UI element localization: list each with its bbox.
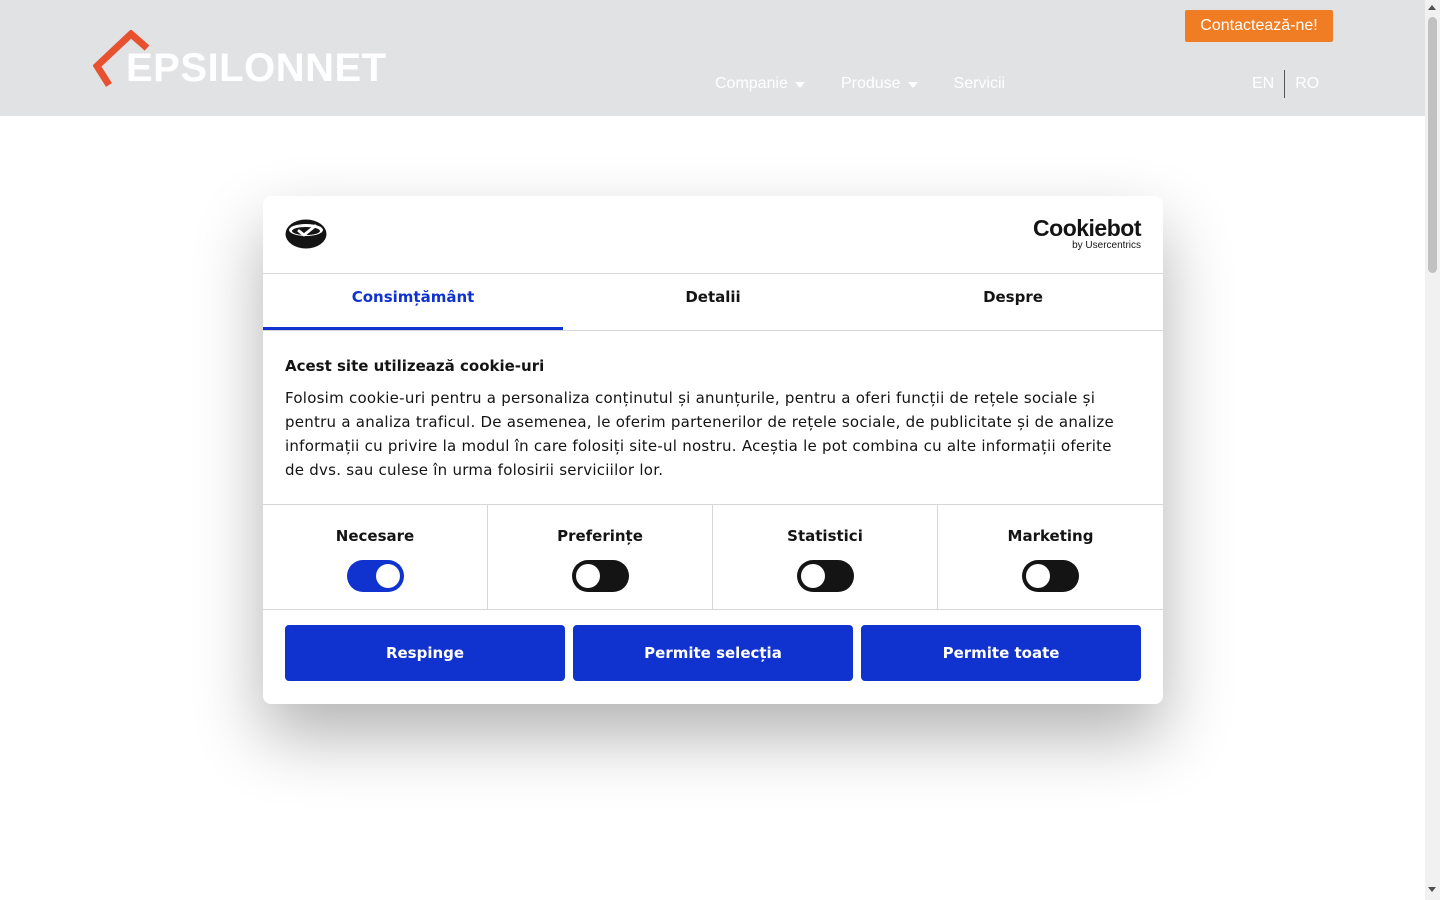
consent-toggles: Necesare Preferințe Statistici Marketing [263,504,1163,610]
toggle-cell-necesare: Necesare [263,505,488,609]
cookiebot-sub: by Usercentrics [1072,240,1141,251]
language-switcher: EN RO [1248,70,1329,98]
epsilonnet-logo[interactable]: EPSILONNET [93,30,393,90]
toggle-label: Statistici [787,527,863,545]
dialog-actions: Respinge Permite selecția Permite toate [285,625,1141,681]
nav-item-label: Servicii [953,75,1006,92]
caret-down-icon [907,82,918,88]
statistici-switch[interactable] [796,560,854,592]
toggle-cell-marketing: Marketing [938,505,1163,609]
necesare-switch[interactable] [346,560,404,592]
cookiebot-logo[interactable]: Cookiebot by Usercentrics [1033,216,1141,251]
allow-selection-button[interactable]: Permite selecția [573,625,853,681]
switch-knob [800,564,825,588]
dialog-tabs: Consimțământ Detalii Despre [263,274,1163,331]
nav-item-produse[interactable]: Produse [841,75,918,93]
contact-button[interactable]: Contactează-ne! [1185,10,1333,42]
toggle-cell-preferinte: Preferințe [488,505,713,609]
cookiebot-name: Cookiebot [1033,215,1141,241]
nav-item-servicii[interactable]: Servicii [954,75,1006,93]
scroll-thumb[interactable] [1428,17,1437,273]
reject-button[interactable]: Respinge [285,625,565,681]
dialog-description: Folosim cookie-uri pentru a personaliza … [285,389,1114,479]
allow-all-button[interactable]: Permite toate [861,625,1141,681]
dialog-title: Acest site utilizează cookie-uri [285,357,545,375]
page-scrollbar[interactable] [1425,0,1440,900]
toggle-label: Necesare [335,527,415,545]
toggle-cell-statistici: Statistici [713,505,938,609]
nav-item-label: Companie [715,75,788,92]
dialog-body: Acest site utilizează cookie-uri Folosim… [285,356,1135,482]
tab-detalii[interactable]: Detalii [563,274,863,330]
switch-knob [575,564,600,588]
switch-knob [1026,564,1050,588]
nav-item-label: Produse [840,75,901,92]
caret-down-icon [794,82,805,88]
logo-text: EPSILONNET [126,46,387,90]
language-en[interactable]: EN [1248,75,1284,93]
preferinte-switch[interactable] [571,560,629,592]
site-header: EPSILONNET Contactează-ne! Companie Prod… [0,0,1425,116]
cookie-consent-icon [285,219,327,249]
toggle-label: Marketing [1007,527,1094,545]
tab-despre[interactable]: Despre [863,274,1163,330]
language-ro[interactable]: RO [1285,75,1329,93]
toggle-label: Preferințe [557,527,643,545]
cookie-consent-dialog: Cookiebot by Usercentrics Consimțământ D… [263,196,1163,704]
marketing-switch[interactable] [1022,560,1079,592]
nav-item-companie[interactable]: Companie [715,75,805,93]
scroll-down-arrow-icon[interactable] [1428,887,1436,892]
main-nav: Companie Produse Servicii [715,72,1005,96]
scroll-up-arrow-icon[interactable] [1428,5,1436,10]
dialog-header: Cookiebot by Usercentrics [263,196,1163,274]
switch-knob [375,564,400,588]
tab-consimtamant[interactable]: Consimțământ [263,274,563,330]
